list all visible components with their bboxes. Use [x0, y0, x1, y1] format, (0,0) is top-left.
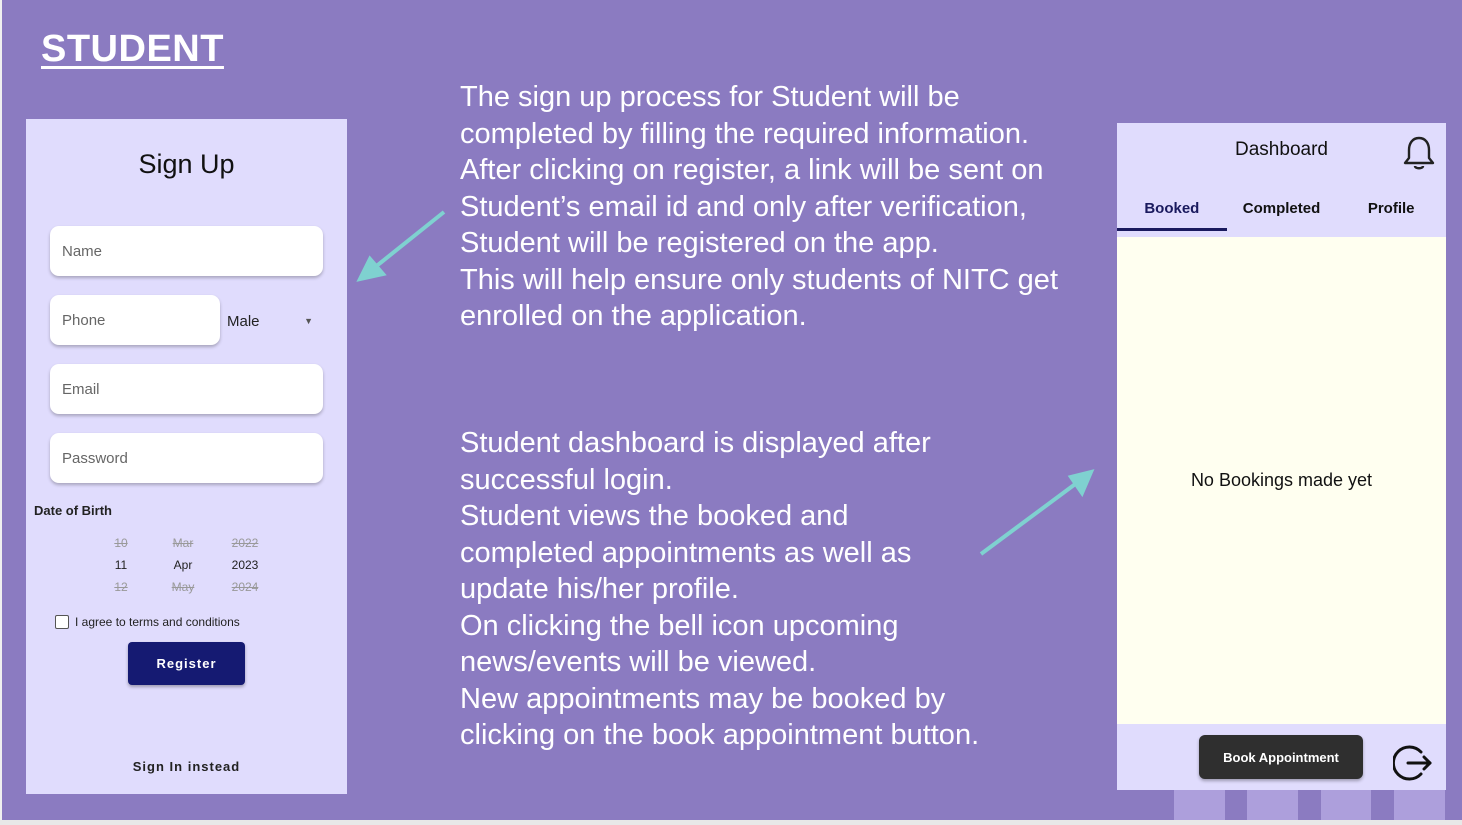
tab-completed[interactable]: Completed: [1227, 193, 1337, 231]
bell-icon[interactable]: [1402, 135, 1436, 171]
logout-icon[interactable]: [1393, 743, 1433, 783]
book-appointment-button[interactable]: Book Appointment: [1199, 735, 1363, 779]
slide-bottom-edge: [0, 820, 1462, 825]
dashboard-description-paragraph: Student dashboard is displayed after suc…: [460, 427, 931, 496]
decorative-block: [1247, 790, 1298, 820]
dashboard-description-paragraph: Student views the booked and completed a…: [460, 500, 912, 605]
signup-description-paragraph: The sign up process for Student will be …: [460, 81, 1044, 259]
signup-description-paragraph: This will help ensure only students of N…: [460, 263, 1058, 333]
decorative-block: [1174, 790, 1225, 820]
decorative-block: [1321, 790, 1371, 820]
dashboard-title: Dashboard: [1235, 139, 1328, 160]
bookings-panel: No Bookings made yet: [1117, 237, 1446, 724]
arrow-to-signup: [356, 210, 446, 282]
decorative-block: [1394, 790, 1445, 820]
dashboard-screen: Dashboard Booked Completed Profile No Bo…: [1117, 123, 1446, 790]
dashboard-description-paragraph: New appointments may be booked by clicki…: [460, 682, 980, 752]
signup-description: The sign up process for Student will be …: [460, 79, 1070, 335]
dashboard-tabs: Booked Completed Profile: [1117, 193, 1446, 231]
tab-profile[interactable]: Profile: [1336, 193, 1446, 231]
empty-bookings-message: No Bookings made yet: [1190, 470, 1373, 490]
tab-booked[interactable]: Booked: [1117, 193, 1227, 231]
arrow-to-dashboard: [979, 469, 1095, 556]
dashboard-description: Student dashboard is displayed after suc…: [460, 425, 990, 754]
dashboard-description-paragraph: On clicking the bell icon upcoming news/…: [460, 609, 899, 679]
